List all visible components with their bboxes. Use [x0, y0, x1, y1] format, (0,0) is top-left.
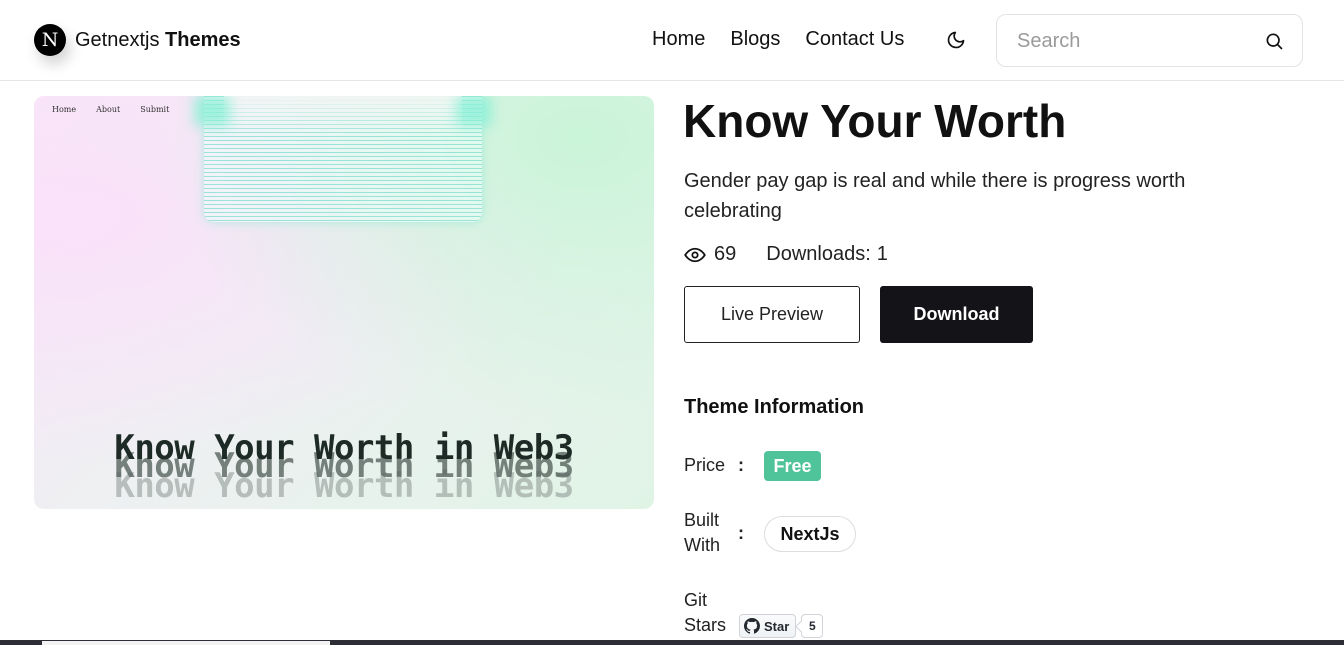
main-nav: Home Blogs Contact Us: [652, 28, 934, 51]
site-header: N Getnextjs Themes Home Blogs Contact Us: [0, 0, 1344, 81]
github-icon: [744, 618, 760, 634]
nav-blogs[interactable]: Blogs: [730, 28, 780, 51]
logo-icon: N: [34, 24, 66, 56]
preview-decoration: [204, 96, 482, 222]
preview-nav-about: About: [96, 105, 121, 114]
preview-glow: [194, 96, 230, 126]
price-label: Price: [684, 455, 726, 475]
search-input[interactable]: [1017, 28, 1257, 54]
github-star-button[interactable]: Star: [739, 614, 797, 638]
git-stars-label-line1: Git: [684, 590, 708, 610]
theme-preview-image: Home About Submit Know Your Worth in Web…: [34, 96, 654, 509]
live-preview-button[interactable]: Live Preview: [684, 286, 860, 343]
downloads-value: 1: [876, 243, 888, 265]
github-star-label: Star: [764, 618, 790, 634]
theme-information-heading: Theme Information: [684, 396, 865, 418]
download-button[interactable]: Download: [880, 286, 1033, 343]
search-box: [996, 14, 1303, 67]
downloads-label: Downloads:: [766, 243, 871, 265]
git-stars-label: Git Stars: [684, 588, 726, 638]
moon-icon[interactable]: [946, 30, 966, 50]
bottom-edge-highlight: [42, 641, 330, 645]
built-with-badge[interactable]: NextJs: [764, 516, 856, 552]
nav-home[interactable]: Home: [652, 28, 705, 51]
brand-name-bold: Themes: [165, 28, 241, 51]
preview-glow: [456, 96, 492, 126]
built-with-label-line1: Built: [684, 510, 720, 530]
preview-nav-submit: Submit: [140, 105, 170, 114]
theme-title: Know Your Worth: [683, 95, 1067, 147]
price-badge: Free: [764, 451, 821, 481]
built-with-label: Built With: [684, 508, 720, 558]
github-star-widget: Star 5: [739, 614, 824, 638]
theme-description: Gender pay gap is real and while there i…: [684, 170, 1186, 222]
github-star-count[interactable]: 5: [801, 614, 824, 638]
search-icon[interactable]: [1264, 31, 1284, 51]
nav-contact-us[interactable]: Contact Us: [805, 28, 904, 51]
git-stars-label-line2: Stars: [684, 615, 727, 635]
built-with-label-line2: With: [684, 535, 720, 555]
downloads-count: Downloads: 1: [766, 243, 888, 266]
preview-mini-nav: Home About Submit: [52, 105, 189, 114]
eye-icon: [684, 247, 706, 262]
brand-name: Getnextjs Themes: [75, 29, 241, 52]
brand-link[interactable]: N Getnextjs Themes: [34, 24, 241, 56]
preview-nav-home: Home: [52, 105, 77, 114]
built-with-separator: :: [738, 523, 744, 543]
views-count: 69: [714, 243, 737, 265]
preview-hero-text: Know Your Worth in Web3: [114, 428, 574, 468]
brand-name-light: Getnextjs: [75, 28, 160, 51]
price-separator: :: [738, 455, 744, 475]
theme-stats: 69 Downloads: 1: [684, 243, 888, 266]
